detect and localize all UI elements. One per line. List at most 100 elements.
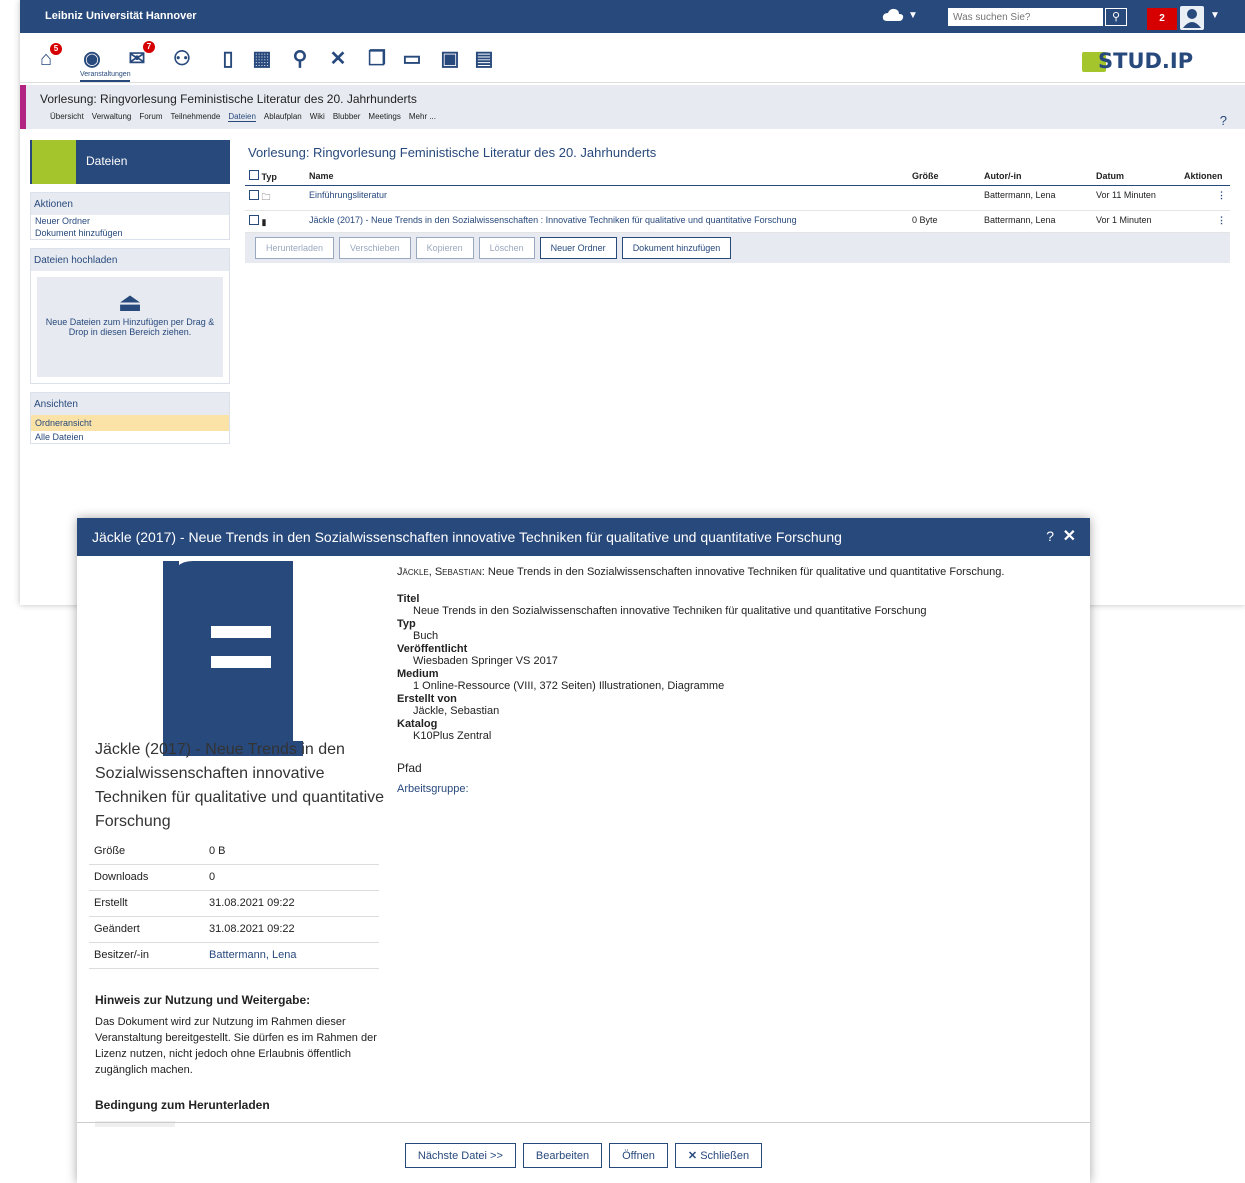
path-value[interactable]: Arbeitsgruppe: (397, 783, 1077, 795)
tab-wiki[interactable]: Wiki (310, 112, 325, 122)
col-date[interactable]: Datum (1092, 167, 1180, 186)
cloud-icon[interactable] (882, 8, 904, 22)
view-all-files[interactable]: Alle Dateien (31, 431, 229, 443)
close-icon: ✕ (687, 1150, 701, 1162)
next-file-button[interactable]: Nächste Datei >> (404, 1143, 516, 1168)
resources-icon[interactable]: ▤ (472, 47, 496, 71)
tab-ablaufplan[interactable]: Ablaufplan (264, 112, 302, 122)
studip-logo[interactable]: STUD.IP (1098, 49, 1193, 73)
col-name[interactable]: Name (305, 167, 908, 186)
files-icon[interactable]: ❐ (365, 47, 389, 71)
table-row[interactable]: 🗀 Einführungsliteratur Battermann, Lena … (245, 185, 1230, 211)
tab-verwaltung[interactable]: Verwaltung (92, 112, 132, 122)
col-size[interactable]: Größe (908, 167, 980, 186)
download-button[interactable]: Herunterladen (255, 236, 335, 259)
tab-blubber[interactable]: Blubber (333, 112, 361, 122)
row-checkbox[interactable] (249, 214, 259, 225)
course-tabs: Übersicht Verwaltung Forum Teilnehmende … (50, 112, 436, 122)
tab-meetings[interactable]: Meetings (368, 112, 400, 122)
table-row: Größe 0 B (89, 838, 379, 865)
file-list-area: Vorlesung: Ringvorlesung Feministische L… (245, 145, 1230, 263)
search-input[interactable] (948, 8, 1103, 26)
calendar-icon[interactable]: ▦ (250, 47, 274, 71)
add-document-button[interactable]: Dokument hinzufügen (621, 236, 732, 259)
usage-hint: Hinweis zur Nutzung und Weitergabe: Das … (95, 992, 390, 1078)
background-window: Leibniz Universität Hannover ▼ ⚲ 2 ▼ ⌂ 5… (20, 0, 1245, 605)
files-section-icon (32, 140, 76, 184)
file-name[interactable]: Jäckle (2017) - Neue Trends in den Sozia… (305, 210, 908, 233)
search-icon[interactable]: ⚲ (1105, 8, 1127, 26)
row-menu-icon[interactable]: ⋮ (1180, 210, 1230, 233)
messages-badge: 7 (143, 41, 155, 53)
schedule-icon[interactable]: ▣ (438, 47, 462, 71)
active-nav-label: Veranstaltungen (80, 71, 131, 78)
tab-forum[interactable]: Forum (139, 112, 162, 122)
chevron-down-icon[interactable]: ▼ (908, 10, 918, 21)
community-icon[interactable]: ⚇ (170, 47, 194, 71)
dialog-header: Jäckle (2017) - Neue Trends in den Sozia… (77, 518, 1090, 556)
upload-icon: ⏏ (117, 287, 143, 317)
avatar[interactable] (1180, 6, 1204, 30)
open-button[interactable]: Öffnen (609, 1143, 668, 1168)
info-key: Downloads (89, 864, 204, 891)
search-icon[interactable]: ⚲ (288, 47, 312, 71)
copy-button[interactable]: Kopieren (415, 236, 474, 259)
view-folder[interactable]: Ordneransicht (31, 415, 229, 431)
action-new-folder[interactable]: Neuer Ordner (31, 215, 229, 227)
info-key: Erstellt (89, 890, 204, 917)
col-typ: Typ (261, 171, 277, 182)
tools-icon[interactable]: ✕ (326, 47, 350, 71)
file-title: Jäckle (2017) - Neue Trends in den Sozia… (95, 741, 385, 830)
edit-button[interactable]: Bearbeiten (522, 1143, 603, 1168)
file-name[interactable]: Einführungsliteratur (305, 185, 908, 211)
chevron-down-icon[interactable]: ▼ (1210, 10, 1220, 21)
metadata-panel: Jäckle, Sebastian: Neue Trends in den So… (397, 566, 1077, 795)
contents-icon[interactable]: ▭ (400, 47, 424, 71)
tab-mehr[interactable]: Mehr ... (409, 112, 436, 122)
col-author[interactable]: Autor/-in (980, 167, 1092, 186)
row-checkbox[interactable] (249, 189, 259, 200)
tab-dateien[interactable]: Dateien (228, 112, 256, 122)
tab-teilnehmende[interactable]: Teilnehmende (171, 112, 221, 122)
row-menu-icon[interactable]: ⋮ (1180, 185, 1230, 211)
action-add-document[interactable]: Dokument hinzufügen (31, 227, 229, 239)
table-row[interactable]: ▮ Jäckle (2017) - Neue Trends in den Soz… (245, 210, 1230, 233)
new-folder-button[interactable]: Neuer Ordner (539, 236, 617, 259)
table-row: Besitzer/-in Battermann, Lena (89, 942, 379, 969)
profile-icon[interactable]: ▯ (216, 47, 240, 71)
active-nav-underline (80, 80, 130, 82)
field-label: Typ (397, 618, 416, 630)
dialog-divider (77, 1122, 1090, 1123)
field-value: Jäckle, Sebastian (413, 705, 500, 717)
close-button[interactable]: ✕ Schließen (674, 1143, 763, 1168)
close-icon[interactable]: ✕ (1063, 526, 1076, 546)
sidebar-header: Dateien (30, 140, 230, 184)
field-value: Buch (413, 630, 439, 642)
courses-icon[interactable]: ◉ (80, 47, 104, 71)
file-date: Vor 11 Minuten (1092, 185, 1180, 211)
help-icon[interactable]: ? (1220, 113, 1227, 128)
book-icon (163, 561, 303, 756)
upload-dropzone[interactable]: ⏏ Neue Dateien zum Hinzufügen per Drag &… (37, 277, 223, 377)
path-label: Pfad (397, 761, 422, 775)
file-size (908, 185, 980, 211)
move-button[interactable]: Verschieben (339, 236, 411, 259)
info-value: 0 B (204, 838, 379, 865)
file-size: 0 Byte (908, 210, 980, 233)
owner-link[interactable]: Battermann, Lena (209, 949, 296, 961)
notification-badge[interactable]: 2 (1147, 8, 1177, 30)
delete-button[interactable]: Löschen (478, 236, 535, 259)
citation: Jäckle, Sebastian: Neue Trends in den So… (397, 566, 1077, 578)
help-icon[interactable]: ? (1046, 528, 1054, 544)
sidebar: Dateien Aktionen Neuer Ordner Dokument h… (30, 140, 230, 444)
sidebar-title: Dateien (86, 154, 128, 168)
field-label: Medium (397, 668, 439, 680)
hint-title: Hinweis zur Nutzung und Weitergabe: (95, 993, 311, 1007)
file-table: Typ Name Größe Autor/-in Datum Aktionen … (245, 167, 1230, 233)
tab-uebersicht[interactable]: Übersicht (50, 112, 84, 122)
book-icon: ▮ (261, 216, 267, 227)
info-key: Besitzer/-in (89, 942, 204, 969)
field-value: 1 Online-Ressource (VIII, 372 Seiten) Il… (413, 680, 725, 692)
select-all-checkbox[interactable] (249, 169, 259, 180)
field-value: K10Plus Zentral (413, 730, 492, 742)
